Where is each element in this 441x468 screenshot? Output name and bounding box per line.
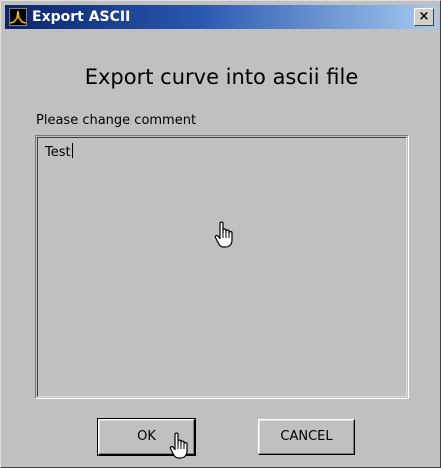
hand-pointer-icon [214, 221, 233, 248]
waveform-app-icon [9, 8, 27, 26]
export-ascii-dialog: Export ASCII × Export curve into ascii f… [0, 0, 441, 468]
title-bar[interactable]: Export ASCII × [5, 5, 437, 29]
comment-value: Test [45, 145, 71, 160]
comment-label: Please change comment [36, 113, 197, 128]
text-caret [71, 143, 73, 158]
comment-textarea[interactable]: Test [35, 135, 409, 399]
dialog-heading: Export curve into ascii file [84, 65, 359, 89]
hand-pointer-icon [169, 432, 188, 459]
cancel-button[interactable]: CANCEL [258, 419, 355, 455]
window-title: Export ASCII [32, 9, 131, 25]
cancel-button-label: CANCEL [280, 429, 333, 444]
ok-button-label: OK [137, 429, 156, 444]
close-button[interactable]: × [414, 8, 434, 26]
comment-text: Test [45, 143, 73, 160]
comment-textarea-inner[interactable]: Test [37, 137, 407, 397]
close-icon: × [418, 9, 430, 24]
